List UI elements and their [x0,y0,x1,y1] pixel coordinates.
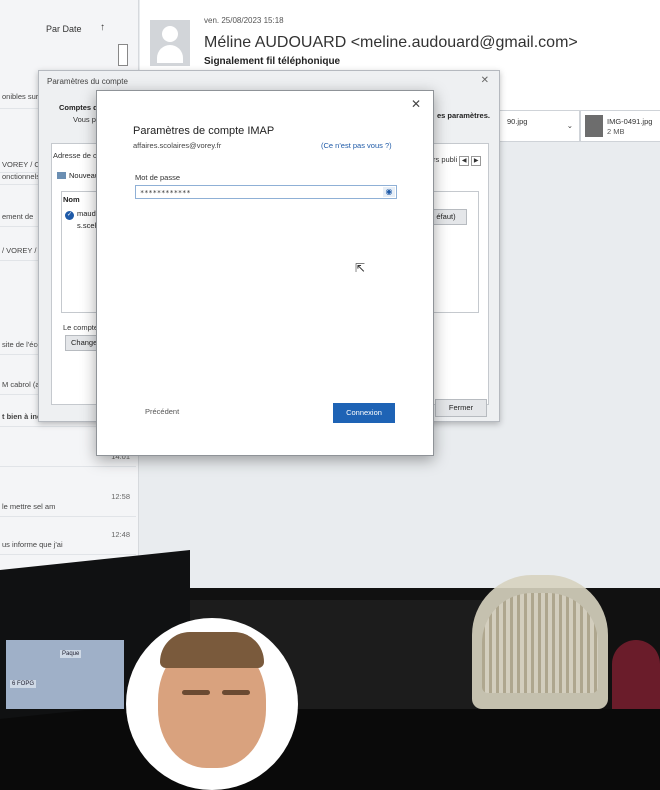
eye-icon[interactable]: ◉ [383,187,395,197]
attachment[interactable]: IMG-0491.jpg 2 MB [580,110,660,142]
list-item-text: onctionnels. [2,172,43,181]
close-icon[interactable]: ✕ [411,97,421,111]
list-item-text: onibles sur [2,92,39,101]
imap-settings-dialog: ✕ Paramètres de compte IMAP affaires.sco… [96,90,434,456]
account-email: affaires.scolaires@vorey.fr [133,141,222,150]
lamp-shade [472,575,608,709]
laptop-screen-text: Paque [60,650,82,658]
eyebrow [222,690,250,695]
not-you-link[interactable]: (Ce n'est pas vous ?) [321,141,392,150]
list-item-time: 12:58 [111,492,130,501]
tab-email[interactable]: Adresse de c [53,151,97,160]
sort-label[interactable]: Par Date [46,24,82,34]
laptop-screen: Paque 6 FOPG [6,640,124,709]
list-item-text: us informe que j'ai [2,540,63,549]
chevron-down-icon[interactable]: ⌄ [567,121,573,130]
list-item[interactable]: le mettre sel am 12:58 [0,492,136,517]
close-button[interactable]: Fermer [435,399,487,417]
dialog-title: Paramètres du compte [47,77,128,86]
previous-link[interactable]: Précédent [145,407,179,416]
mouse-cursor-icon: ⇱ [355,261,366,275]
attachment-name: 90.jpg [507,117,528,126]
tab-publications[interactable]: rs publi ◀ ▶ [433,155,482,166]
eyebrow [182,690,210,695]
sender-avatar [150,20,190,66]
section-subtitle: Vous p [73,115,96,124]
tab-next-icon[interactable]: ▶ [471,156,482,166]
list-item-text: ement de [2,212,34,221]
tab-prev-icon[interactable]: ◀ [459,156,470,166]
list-item-text: le mettre sel am [2,502,56,511]
person-photo [126,618,298,790]
laptop-screen-text: 6 FOPG [10,680,37,688]
close-icon[interactable]: ✕ [481,75,489,86]
attachment-name: IMG-0491.jpg [607,117,653,126]
list-item[interactable]: us informe que j'ai 12:48 [0,530,136,555]
list-item-time: 12:48 [111,530,130,539]
mail-subject: Signalement fil téléphonique [204,56,341,67]
image-thumbnail [585,115,603,137]
attachment-size: 2 MB [607,127,625,136]
connect-button[interactable]: Connexion [333,403,395,423]
new-account-button[interactable]: Nouveau [57,171,99,180]
plush-toy [612,640,660,709]
attachment[interactable]: 90.jpg ⌄ [498,110,580,142]
tab-publications-label: rs publi [433,155,458,164]
monitor-screen: Par Date ↑ onibles sur VOREY / O... onct… [0,0,660,588]
section-title: Comptes d [59,103,98,112]
password-field[interactable]: ************ [135,185,397,199]
column-name: Nom [63,195,80,204]
password-label: Mot de passe [135,173,181,182]
sort-bar[interactable]: Par Date ↑ [0,18,130,40]
sort-arrow-icon[interactable]: ↑ [100,22,105,33]
dialog-title: Paramètres de compte IMAP [133,125,275,137]
mail-date: ven. 25/08/2023 15:18 [204,16,284,25]
params-text: es paramètres. [437,111,490,120]
list-scroll-up[interactable] [118,44,128,66]
mail-sender[interactable]: Méline AUDOUARD <meline.audouard@gmail.c… [204,34,578,52]
